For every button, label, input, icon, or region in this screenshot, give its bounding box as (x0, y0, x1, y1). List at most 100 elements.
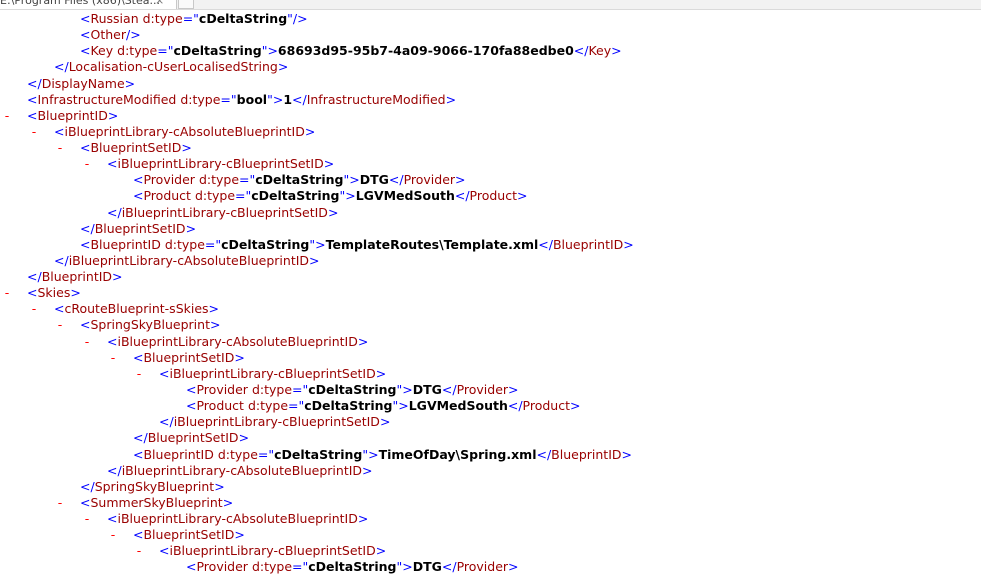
xml-markup-symbol: > (398, 398, 409, 414)
xml-line: </Localisation-cUserLocalisedString> (54, 59, 288, 75)
xml-markup-symbol: > (375, 365, 387, 381)
browser-tab[interactable]: E:\Program Files (x86)\Stea... × (0, 0, 177, 9)
collapse-toggle[interactable]: - (81, 156, 93, 171)
xml-attribute-value: cDeltaString (221, 236, 310, 252)
xml-attribute-value: cDeltaString (304, 398, 393, 414)
collapse-toggle[interactable]: - (54, 140, 66, 155)
xml-markup-symbol: </ (107, 204, 122, 220)
collapse-toggle[interactable]: - (81, 334, 93, 349)
browser-tab-strip: E:\Program Files (x86)\Stea... × (0, 0, 981, 10)
xml-tag-name: Localisation-cUserLocalisedString (68, 59, 278, 75)
xml-closing-tag-name: Product (522, 398, 571, 414)
xml-tag-name: Key (90, 43, 114, 59)
xml-markup-symbol: < (80, 43, 91, 59)
xml-closing-tag-name: BlueprintID (552, 236, 624, 252)
collapse-toggle[interactable]: - (28, 301, 40, 316)
collapse-toggle[interactable]: - (28, 124, 40, 139)
xml-attribute-value: cDeltaString (173, 43, 262, 59)
new-tab-button[interactable] (178, 0, 194, 9)
xml-attribute-name: d:type (117, 43, 158, 59)
xml-text-value: DTG (412, 559, 442, 575)
xml-markup-symbol: > (209, 317, 221, 333)
xml-line: <BlueprintSetID> (133, 350, 245, 366)
collapse-toggle[interactable]: - (133, 366, 145, 381)
xml-markup-symbol: /> (292, 11, 308, 26)
xml-closing-tag-name: Provider (456, 381, 509, 397)
xml-tag-name: cRouteBlueprint-sSkies (64, 301, 209, 317)
xml-markup-symbol: < (54, 301, 65, 317)
xml-attribute-value: cDeltaString (308, 381, 397, 397)
collapse-toggle[interactable]: - (54, 495, 66, 510)
collapse-toggle[interactable]: - (1, 285, 13, 300)
xml-attribute-name: d:type (164, 236, 205, 252)
xml-markup-symbol: =" (239, 172, 256, 188)
xml-tag-name: Provider (143, 172, 195, 188)
xml-markup-symbol: > (70, 285, 81, 301)
xml-closing-tag-name: Key (588, 43, 612, 59)
xml-tag-name: iBlueprintLibrary-cBlueprintSetID (169, 365, 376, 381)
xml-tag-name: iBlueprintLibrary-cBlueprintSetID (169, 543, 376, 559)
xml-text-value: LGVMedSouth (355, 188, 455, 204)
xml-line: <Other/> (80, 27, 141, 43)
xml-markup-symbol: < (27, 285, 38, 301)
xml-markup-symbol: > (304, 123, 316, 139)
xml-markup-symbol: > (124, 75, 136, 91)
xml-closing-tag-name: BlueprintID (551, 446, 622, 462)
xml-line: <BlueprintID d:type="cDeltaString">TimeO… (133, 447, 632, 463)
xml-tag-name: BlueprintSetID (90, 140, 182, 156)
xml-markup-symbol: > (112, 269, 123, 285)
collapse-toggle[interactable]: - (81, 511, 93, 526)
xml-line: </BlueprintSetID> (133, 430, 249, 446)
xml-tag-name: iBlueprintLibrary-cBlueprintSetID (117, 156, 324, 172)
collapse-toggle[interactable]: - (107, 527, 119, 542)
xml-tag-name: BlueprintID (143, 446, 214, 462)
xml-tag-name: iBlueprintLibrary-cAbsoluteBlueprintID (64, 123, 305, 139)
xml-attribute-name: d:type (251, 381, 293, 397)
xml-markup-symbol: > (402, 559, 413, 575)
xml-text-value: 1 (283, 91, 293, 107)
xml-markup-symbol: < (107, 511, 118, 527)
xml-markup-symbol: < (107, 156, 118, 172)
xml-markup-symbol: < (27, 91, 38, 107)
xml-markup-symbol: > (208, 301, 220, 317)
xml-closing-tag-name: Product (469, 188, 518, 204)
xml-tag-name: DisplayName (41, 75, 125, 91)
xml-markup-symbol: < (133, 188, 144, 204)
xml-markup-symbol: =" (204, 236, 222, 252)
xml-markup-symbol: =" (157, 43, 174, 59)
xml-text-value: DTG (412, 381, 442, 397)
xml-tag-name: BlueprintSetID (143, 349, 235, 365)
xml-markup-symbol: > (570, 398, 581, 414)
xml-markup-symbol: =" (288, 398, 305, 414)
xml-markup-symbol: > (362, 462, 373, 478)
xml-tag-name: iBlueprintLibrary-cAbsoluteBlueprintID (117, 333, 358, 349)
xml-line: <Product d:type="cDeltaString">LGVMedSou… (186, 398, 581, 414)
xml-tag-name: BlueprintID (37, 107, 108, 123)
xml-tag-name: BlueprintID (41, 269, 113, 285)
xml-tag-name: Provider (196, 559, 248, 575)
xml-tag-name: BlueprintSetID (143, 527, 235, 543)
xml-markup-symbol: > (267, 43, 278, 59)
xml-line: </iBlueprintLibrary-cBlueprintSetID> (107, 205, 338, 221)
xml-markup-symbol: < (186, 398, 197, 414)
xml-tag-name: Other (90, 27, 126, 43)
xml-tag-name: iBlueprintLibrary-cAbsoluteBlueprintID (117, 511, 358, 527)
xml-markup-symbol: < (159, 543, 170, 559)
xml-markup-symbol: > (402, 381, 413, 397)
collapse-toggle[interactable]: - (133, 543, 145, 558)
xml-markup-symbol: > (345, 188, 356, 204)
xml-tag-name: Product (196, 398, 244, 414)
xml-markup-symbol: > (214, 478, 225, 494)
xml-line: <Provider d:type="cDeltaString">DTG</Pro… (186, 559, 519, 575)
xml-line: <Provider d:type="cDeltaString">DTG</Pro… (186, 382, 519, 398)
close-tab-icon[interactable]: × (155, 0, 164, 9)
xml-line: </iBlueprintLibrary-cAbsoluteBlueprintID… (54, 253, 320, 269)
collapse-toggle[interactable]: - (1, 108, 13, 123)
xml-markup-symbol: < (107, 333, 118, 349)
xml-line: </DisplayName> (27, 76, 135, 92)
xml-markup-symbol: </ (133, 430, 148, 446)
collapse-toggle[interactable]: - (54, 317, 66, 332)
xml-markup-symbol: > (315, 236, 326, 252)
xml-markup-symbol: < (80, 236, 91, 252)
collapse-toggle[interactable]: - (107, 350, 119, 365)
